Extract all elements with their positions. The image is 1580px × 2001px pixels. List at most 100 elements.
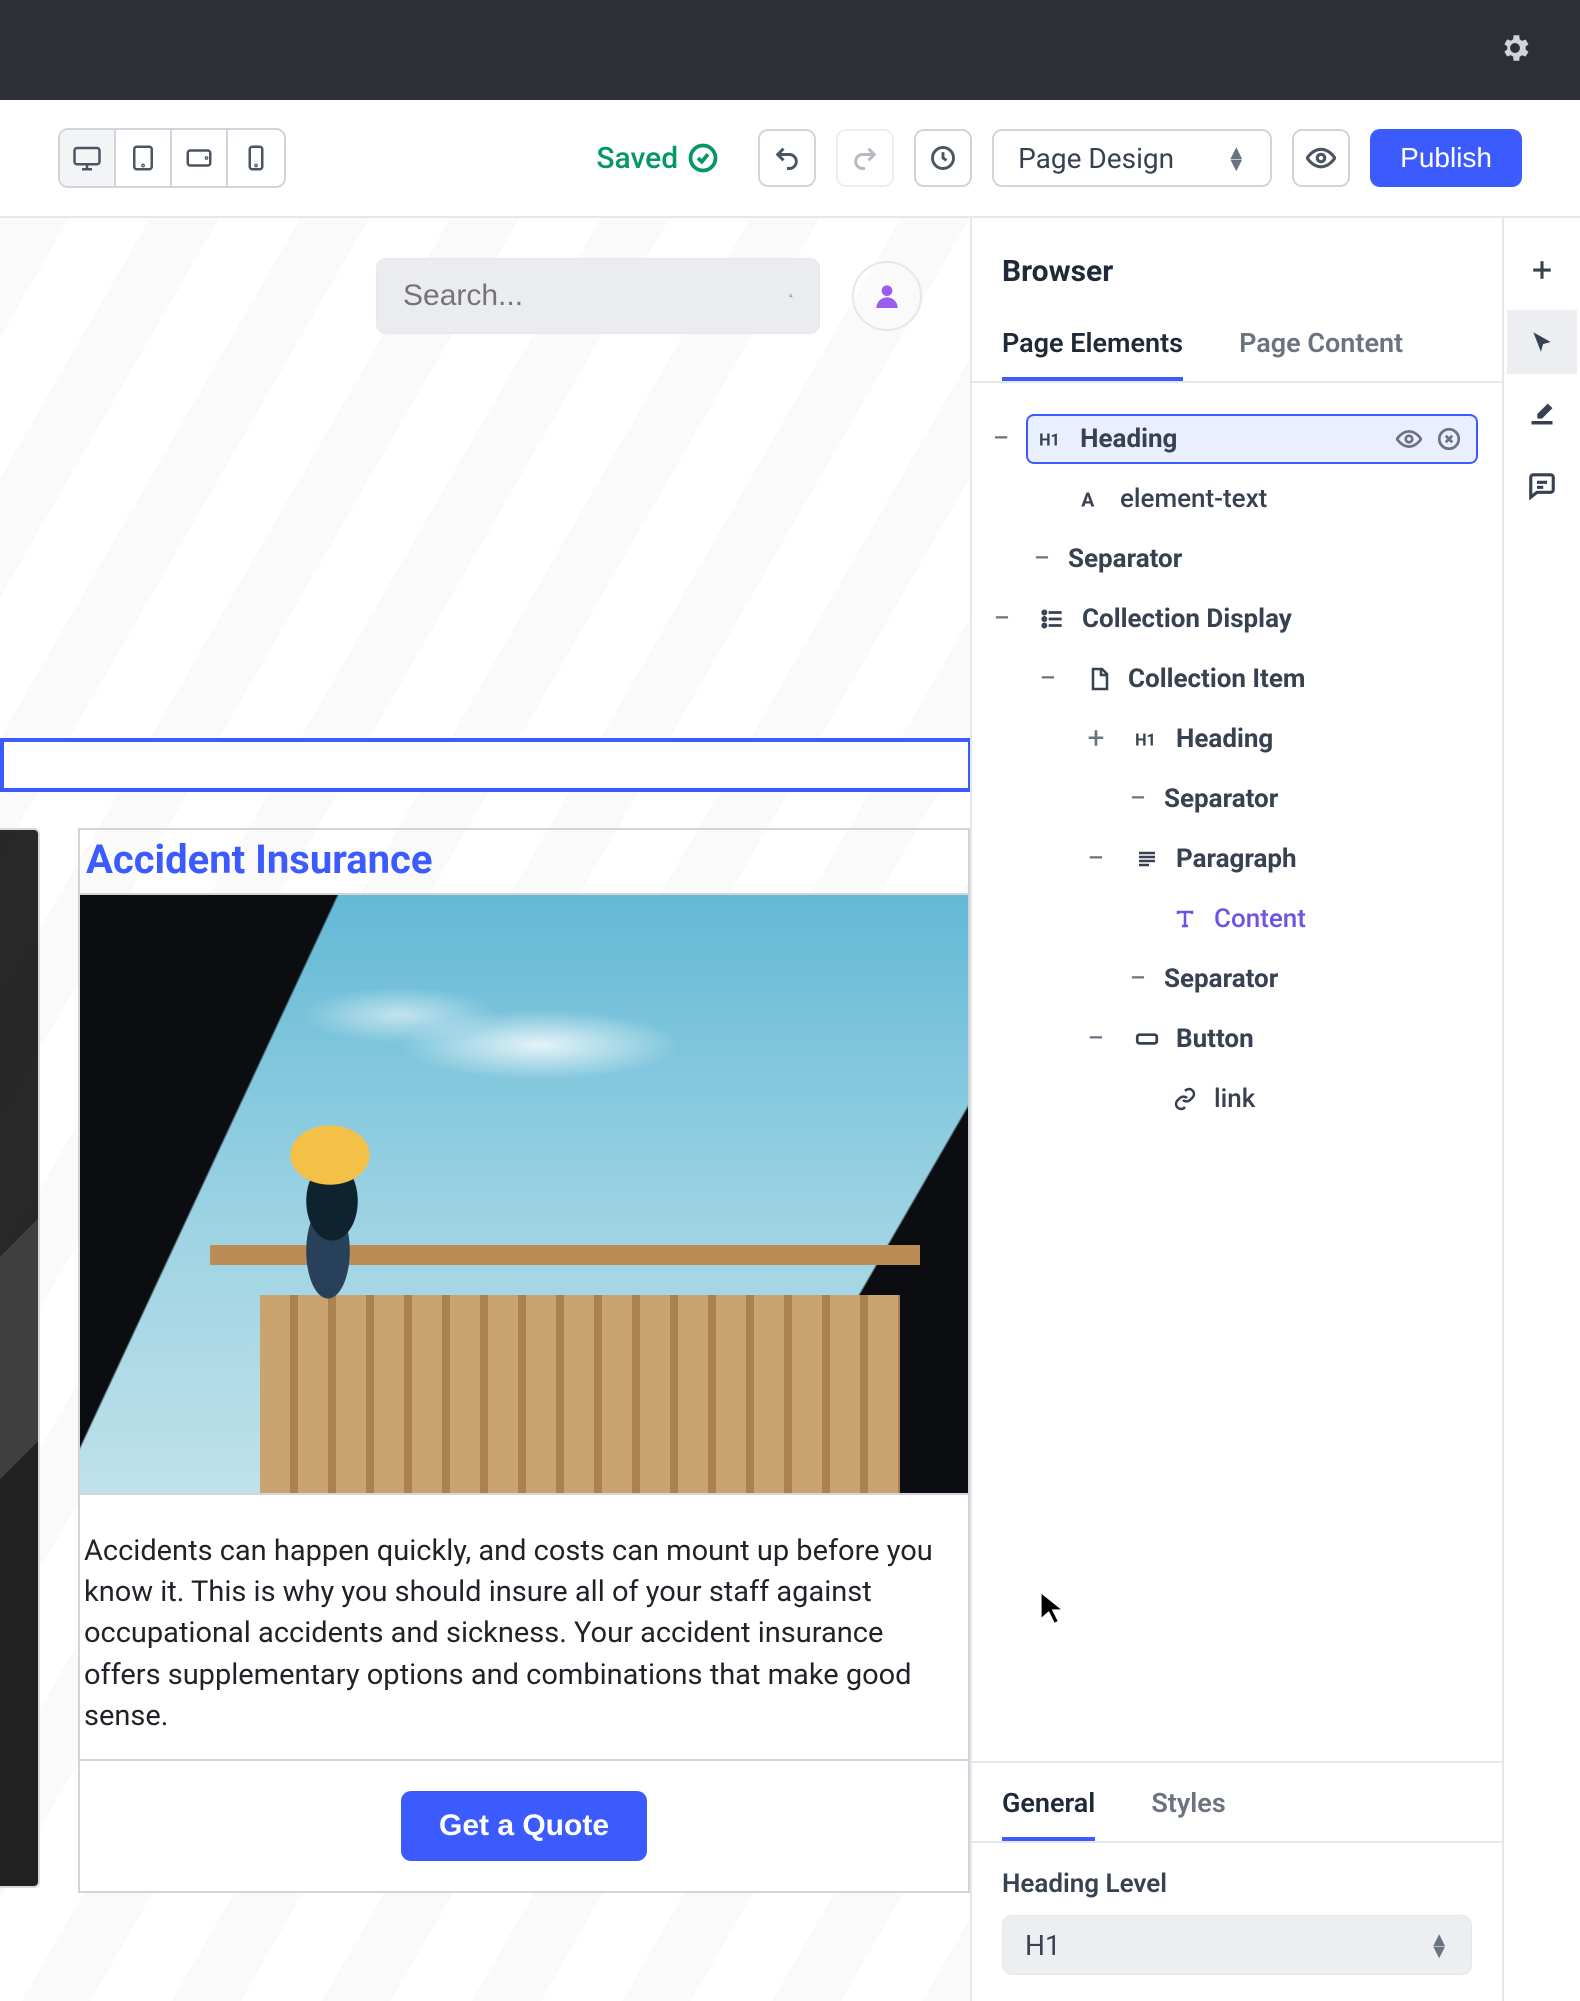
tree-separator-2[interactable]: − Separator bbox=[984, 769, 1478, 829]
preview-header bbox=[0, 218, 970, 358]
collapse-icon[interactable]: − bbox=[990, 424, 1012, 454]
right-rail bbox=[1502, 218, 1580, 2001]
eye-icon[interactable] bbox=[1396, 426, 1422, 452]
tree-paragraph[interactable]: − Paragraph bbox=[984, 829, 1478, 889]
tree-collection-item[interactable]: − Collection Item bbox=[984, 649, 1478, 709]
publish-button[interactable]: Publish bbox=[1370, 129, 1522, 187]
inspector-title: Browser bbox=[972, 248, 1502, 303]
tab-page-content[interactable]: Page Content bbox=[1239, 327, 1403, 381]
heading-level-value: H1 bbox=[1025, 1929, 1061, 1962]
save-status: Saved bbox=[596, 141, 718, 176]
redo-button[interactable] bbox=[836, 129, 894, 187]
heading-level-select[interactable]: H1 ▲▼ bbox=[1002, 1915, 1472, 1975]
device-phone-button[interactable] bbox=[228, 130, 284, 186]
h1-icon: H1 bbox=[1132, 726, 1162, 752]
tree-label: Collection Item bbox=[1128, 664, 1305, 694]
tree-label: link bbox=[1214, 1084, 1255, 1114]
device-tablet-button[interactable] bbox=[116, 130, 172, 186]
property-tabs: General Styles bbox=[972, 1761, 1502, 1843]
card-title-row: Accident Insurance bbox=[80, 830, 968, 895]
tree-label: Heading bbox=[1080, 424, 1177, 454]
minus-icon: − bbox=[1030, 544, 1054, 574]
user-avatar[interactable] bbox=[852, 261, 922, 331]
page-canvas[interactable]: Accident Insurance Accidents can happen … bbox=[0, 218, 972, 2001]
user-icon bbox=[871, 280, 903, 312]
tree-label: Collection Display bbox=[1082, 604, 1292, 634]
sort-icon: ▲▼ bbox=[1429, 1933, 1449, 1957]
heading-level-label: Heading Level bbox=[1002, 1869, 1472, 1899]
undo-button[interactable] bbox=[758, 129, 816, 187]
tree-label: Separator bbox=[1164, 964, 1278, 994]
tree-separator-1[interactable]: − Separator bbox=[984, 529, 1478, 589]
inspector-tabs: Page Elements Page Content bbox=[972, 303, 1502, 383]
save-status-label: Saved bbox=[596, 141, 678, 176]
svg-text:A: A bbox=[1081, 489, 1095, 512]
svg-text:H1: H1 bbox=[1135, 731, 1156, 750]
collapse-icon[interactable]: − bbox=[990, 604, 1014, 634]
tree-collection-display[interactable]: − Collection Display bbox=[984, 589, 1478, 649]
device-desktop-button[interactable] bbox=[60, 130, 116, 186]
link-icon bbox=[1170, 1087, 1200, 1111]
sort-icon: ▲▼ bbox=[1226, 146, 1246, 170]
expand-icon[interactable]: + bbox=[1084, 724, 1108, 754]
get-quote-button[interactable]: Get a Quote bbox=[401, 1791, 647, 1861]
tab-page-elements[interactable]: Page Elements bbox=[1002, 327, 1183, 381]
selected-heading-placeholder[interactable] bbox=[0, 738, 972, 792]
edit-mode-label: Page Design bbox=[1018, 142, 1174, 175]
document-icon bbox=[1084, 667, 1114, 691]
collapse-icon[interactable]: − bbox=[1036, 664, 1060, 694]
tab-styles[interactable]: Styles bbox=[1151, 1787, 1225, 1841]
list-icon bbox=[1038, 606, 1068, 632]
text-format-icon bbox=[1170, 907, 1200, 931]
selection-panel-button[interactable] bbox=[1507, 310, 1577, 374]
tree-element-text[interactable]: A element-text bbox=[984, 469, 1478, 529]
tab-general[interactable]: General bbox=[1002, 1787, 1095, 1841]
delete-icon[interactable] bbox=[1436, 426, 1462, 452]
tree-label: element-text bbox=[1120, 484, 1267, 514]
properties-body: Heading Level H1 ▲▼ bbox=[972, 1843, 1502, 2001]
device-selector bbox=[58, 128, 286, 188]
tree-content[interactable]: Content bbox=[984, 889, 1478, 949]
search-box[interactable] bbox=[376, 258, 820, 334]
collapse-icon[interactable]: − bbox=[1084, 844, 1108, 874]
minus-icon: − bbox=[1126, 784, 1150, 814]
device-landscape-button[interactable] bbox=[172, 130, 228, 186]
search-icon bbox=[789, 281, 793, 311]
inspector-panel: Browser Page Elements Page Content − H1 … bbox=[972, 218, 1502, 2001]
tree-link[interactable]: link bbox=[984, 1069, 1478, 1129]
preview-button[interactable] bbox=[1292, 129, 1350, 187]
tree-heading-2[interactable]: + H1 Heading bbox=[984, 709, 1478, 769]
search-input[interactable] bbox=[403, 279, 789, 313]
comments-panel-button[interactable] bbox=[1507, 454, 1577, 518]
tree-label: Button bbox=[1176, 1024, 1254, 1054]
tree-heading[interactable]: − H1 Heading bbox=[984, 409, 1478, 469]
h1-icon: H1 bbox=[1036, 426, 1066, 452]
tree-separator-3[interactable]: − Separator bbox=[984, 949, 1478, 1009]
add-panel-button[interactable] bbox=[1507, 238, 1577, 302]
card-hero-image bbox=[80, 895, 968, 1495]
button-icon bbox=[1132, 1026, 1162, 1052]
main-area: Accident Insurance Accidents can happen … bbox=[0, 218, 1580, 2001]
gear-icon[interactable] bbox=[1498, 31, 1532, 69]
tree-label: Content bbox=[1214, 904, 1306, 934]
styles-panel-button[interactable] bbox=[1507, 382, 1577, 446]
app-header bbox=[0, 0, 1580, 100]
history-button[interactable] bbox=[914, 129, 972, 187]
editor-toolbar: Saved Page Design ▲▼ Publish bbox=[0, 100, 1580, 218]
tree-label: Separator bbox=[1068, 544, 1182, 574]
card-title[interactable]: Accident Insurance bbox=[82, 830, 437, 893]
tree-button[interactable]: − Button bbox=[984, 1009, 1478, 1069]
tree-label: Heading bbox=[1176, 724, 1273, 754]
insurance-card: Accident Insurance Accidents can happen … bbox=[78, 828, 970, 1893]
minus-icon: − bbox=[1126, 964, 1150, 994]
adjacent-card-peek bbox=[0, 828, 40, 1888]
card-paragraph: Accidents can happen quickly, and costs … bbox=[80, 1495, 968, 1761]
collapse-icon[interactable]: − bbox=[1084, 1024, 1108, 1054]
paragraph-icon bbox=[1132, 847, 1162, 871]
tree-label: Paragraph bbox=[1176, 844, 1297, 874]
edit-mode-select[interactable]: Page Design ▲▼ bbox=[992, 129, 1272, 187]
checkmark-circle-icon bbox=[688, 143, 718, 173]
element-tree: − H1 Heading A element-text − Separator bbox=[972, 383, 1502, 1761]
svg-text:H1: H1 bbox=[1039, 431, 1060, 450]
text-icon: A bbox=[1076, 486, 1106, 512]
